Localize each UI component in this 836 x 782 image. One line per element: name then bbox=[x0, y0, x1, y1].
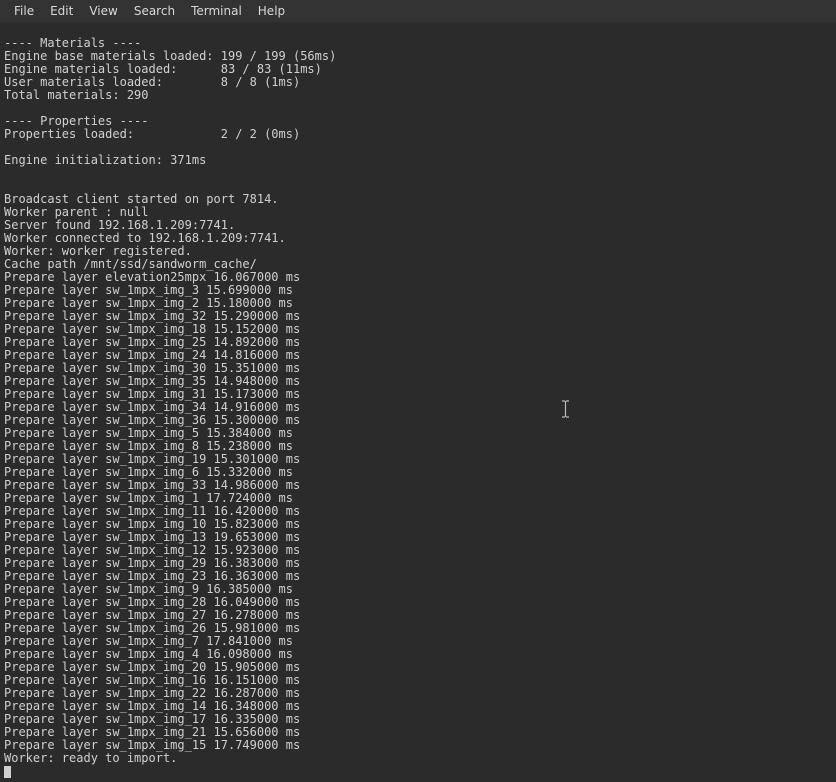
menubar: File Edit View Search Terminal Help bbox=[0, 0, 836, 22]
user-materials-line: User materials loaded: 8 / 8 (1ms) bbox=[4, 75, 300, 89]
menu-help[interactable]: Help bbox=[250, 0, 293, 22]
properties-header: ---- Properties ---- bbox=[4, 114, 149, 128]
menu-edit[interactable]: Edit bbox=[42, 0, 81, 22]
terminal-output[interactable]: ---- Materials ---- Engine base material… bbox=[0, 22, 836, 782]
menu-search[interactable]: Search bbox=[126, 0, 183, 22]
worker-registered-line: Worker: worker registered. bbox=[4, 244, 192, 258]
engine-materials-line: Engine materials loaded: 83 / 83 (11ms) bbox=[4, 62, 322, 76]
worker-connected-line: Worker connected to 192.168.1.209:7741. bbox=[4, 231, 286, 245]
broadcast-line: Broadcast client started on port 7814. bbox=[4, 192, 279, 206]
cache-path-line: Cache path /mnt/ssd/sandworm_cache/ bbox=[4, 257, 257, 271]
worker-ready-line: Worker: ready to import. bbox=[4, 751, 177, 765]
server-found-line: Server found 192.168.1.209:7741. bbox=[4, 218, 235, 232]
properties-loaded-line: Properties loaded: 2 / 2 (0ms) bbox=[4, 127, 300, 141]
worker-parent-line: Worker parent : null bbox=[4, 205, 149, 219]
menu-file[interactable]: File bbox=[6, 0, 42, 22]
total-materials-line: Total materials: 290 bbox=[4, 88, 149, 102]
engine-init-line: Engine initialization: 371ms bbox=[4, 153, 206, 167]
prepare-layer-lines: Prepare layer elevation25mpx 16.067000 m… bbox=[4, 270, 300, 752]
engine-base-materials-line: Engine base materials loaded: 199 / 199 … bbox=[4, 49, 336, 63]
materials-header: ---- Materials ---- bbox=[4, 36, 141, 50]
terminal-cursor bbox=[4, 766, 11, 778]
menu-view[interactable]: View bbox=[81, 0, 125, 22]
menu-terminal[interactable]: Terminal bbox=[183, 0, 250, 22]
